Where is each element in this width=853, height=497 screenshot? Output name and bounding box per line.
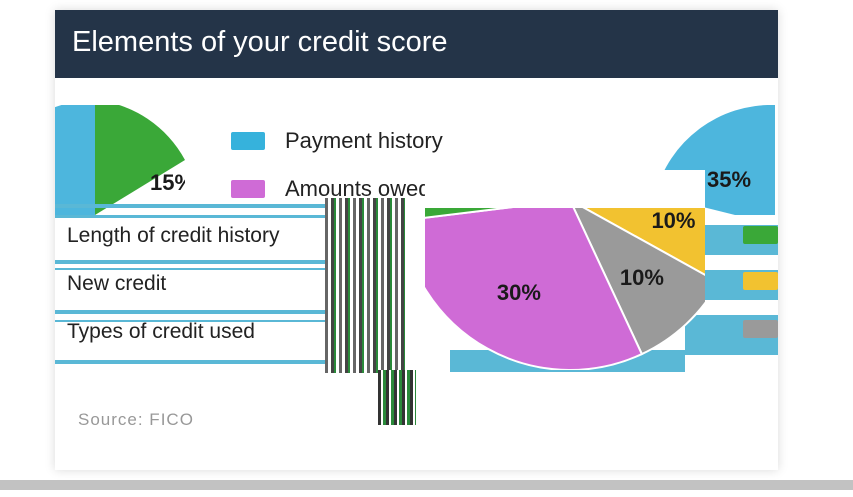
- legend-label-types-of-credit-used: Types of credit used: [67, 320, 255, 343]
- pie-label-amounts-owed: 30%: [497, 280, 541, 305]
- bottom-strip: [0, 480, 853, 490]
- credit-score-card: Elements of your credit score 15% 35% Pa…: [55, 10, 778, 470]
- legend-label-length-of-credit-history: Length of credit history: [67, 224, 280, 247]
- legend-swatch-length-of-credit-history: [743, 226, 778, 244]
- pie-chart: 10% 10% 30%: [425, 170, 705, 370]
- legend-label-new-credit: New credit: [67, 272, 167, 295]
- legend-swatch-types-of-credit-used: [743, 320, 778, 338]
- legend-swatch-amounts-owed: [231, 180, 265, 198]
- pie-fragment-label: 15%: [150, 170, 185, 195]
- pie-clip-band: [425, 170, 705, 208]
- card-header: Elements of your credit score: [55, 10, 778, 78]
- source-note: Source: FICO: [78, 410, 194, 429]
- legend-swatch-payment-history: [231, 132, 265, 150]
- legend-swatch-new-credit: [743, 272, 778, 290]
- pie-label-new-credit: 10%: [651, 208, 695, 233]
- pie-label-types-of-credit-used: 10%: [620, 265, 664, 290]
- card-title: Elements of your credit score: [72, 26, 448, 58]
- pie-fragment-label-right: 35%: [707, 167, 751, 192]
- legend-label-payment-history: Payment history: [285, 128, 443, 153]
